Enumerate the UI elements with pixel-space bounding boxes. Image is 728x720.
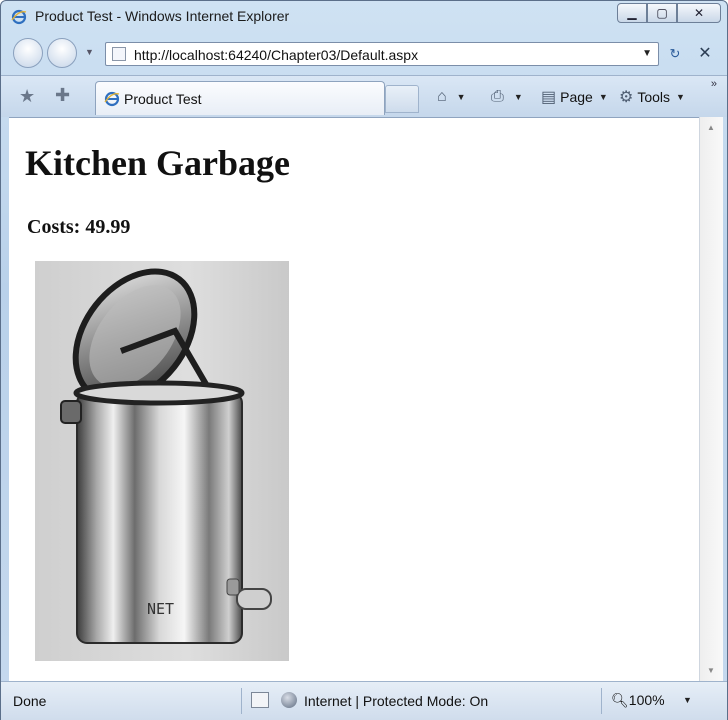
printer-icon: ⎙ (491, 88, 504, 105)
zoom-dropdown-icon[interactable]: ▼ (683, 695, 692, 705)
window-title: Product Test - Windows Internet Explorer (35, 8, 290, 24)
new-tab-button[interactable] (385, 85, 419, 113)
product-image: NET (35, 261, 289, 661)
tab-label: Product Test (124, 91, 202, 107)
chevron-down-icon[interactable]: ▼ (457, 92, 466, 102)
add-favorite-icon[interactable]: ✚ (55, 85, 70, 106)
navigation-bar: ▼ http://localhost:64240/Chapter03/Defau… (1, 33, 727, 75)
tools-menu-label: Tools (637, 89, 671, 105)
home-button[interactable]: ⌂ ▼ (437, 85, 466, 109)
security-report-icon[interactable] (251, 692, 269, 708)
can-label: NET (147, 600, 174, 618)
tools-menu[interactable]: ⚙ Tools ▼ (619, 85, 685, 109)
trash-can-illustration: NET (60, 268, 272, 644)
chevron-down-icon: ▼ (676, 92, 685, 102)
back-button[interactable] (13, 38, 43, 68)
close-button[interactable]: ✕ (677, 3, 721, 23)
magnifier-icon: 🔍︎ (611, 692, 629, 708)
page-icon: ▤ (541, 89, 557, 106)
address-url[interactable]: http://localhost:64240/Chapter03/Default… (134, 47, 418, 63)
globe-icon (281, 692, 297, 708)
scroll-up-icon[interactable]: ▲ (707, 123, 715, 132)
stop-icon[interactable]: ✕ (691, 42, 719, 66)
status-divider (241, 688, 242, 714)
refresh-icon[interactable]: ↻ (661, 42, 689, 66)
ie-page-icon (104, 91, 120, 107)
window-controls: ▁ ▢ ✕ (617, 3, 721, 23)
page-menu[interactable]: ▤ Page ▼ (541, 85, 608, 109)
address-bar[interactable]: http://localhost:64240/Chapter03/Default… (105, 42, 659, 66)
tab-command-bar: ★ ✚ Product Test ⌂ ▼ ⎙ ▼ ▤ Page ▼ ⚙ Tool… (1, 75, 727, 117)
address-dropdown-icon[interactable]: ▼ (642, 48, 652, 59)
browser-window: Product Test - Windows Internet Explorer… (0, 0, 728, 720)
ie-logo-icon (11, 9, 27, 25)
more-commands-icon[interactable]: » (711, 78, 717, 90)
home-icon: ⌂ (437, 88, 447, 105)
security-zone[interactable]: Internet | Protected Mode: On (304, 693, 488, 709)
status-divider (601, 688, 602, 714)
chevron-down-icon: ▼ (598, 92, 608, 102)
zoom-level[interactable]: 🔍︎100% (611, 692, 665, 709)
history-dropdown-icon[interactable]: ▼ (85, 47, 94, 57)
chevron-down-icon[interactable]: ▼ (514, 92, 523, 102)
vertical-scrollbar[interactable]: ▲ ▼ (699, 117, 723, 681)
gear-icon: ⚙ (619, 89, 634, 106)
page-icon (112, 47, 126, 61)
page-menu-label: Page (560, 89, 593, 105)
title-bar: Product Test - Windows Internet Explorer… (1, 1, 727, 33)
product-price: Costs: 49.99 (27, 216, 131, 238)
forward-button[interactable] (47, 38, 77, 68)
status-bar: Done Internet | Protected Mode: On 🔍︎100… (1, 681, 727, 720)
page-content: Kitchen Garbage Costs: 49.99 NET (9, 117, 699, 681)
print-button[interactable]: ⎙ ▼ (491, 85, 523, 109)
zoom-value: 100% (628, 692, 665, 708)
product-heading: Kitchen Garbage (25, 143, 290, 183)
tab-product-test[interactable]: Product Test (95, 81, 385, 115)
favorites-star-icon[interactable]: ★ (19, 86, 35, 107)
scroll-down-icon[interactable]: ▼ (707, 666, 715, 675)
status-text: Done (13, 693, 47, 709)
maximize-button[interactable]: ▢ (647, 3, 677, 23)
minimize-button[interactable]: ▁ (617, 3, 647, 23)
